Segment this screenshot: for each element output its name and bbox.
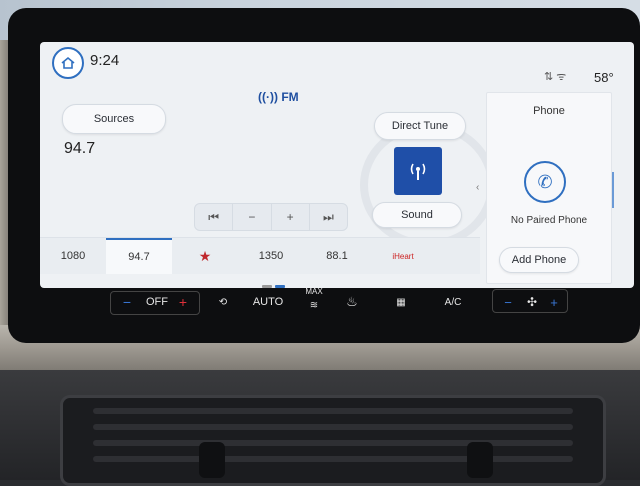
phone-status: No Paired Phone [510, 215, 588, 226]
defrost-icon: ≋ [309, 299, 319, 311]
temp-up-button[interactable]: + [174, 287, 192, 317]
signal-icon: ⇅ ᯤ [544, 71, 567, 83]
preset-5[interactable]: 88.1 [304, 238, 370, 274]
current-frequency: 94.7 [64, 140, 96, 157]
vent-knob-right[interactable] [467, 442, 493, 478]
band-indicator: ((·)) FM [258, 90, 299, 104]
phone-icon[interactable]: ✆ [524, 161, 566, 203]
air-vent [60, 395, 606, 486]
page-indicator [262, 275, 288, 288]
climate-off-button[interactable]: OFF [142, 287, 172, 317]
fan-icon: ✣ [526, 295, 538, 309]
sound-button[interactable]: Sound [372, 202, 462, 228]
sources-button[interactable]: Sources [62, 104, 166, 134]
antenna-icon: ((·)) [258, 90, 278, 104]
phone-title: Phone [533, 105, 565, 117]
add-phone-button[interactable]: Add Phone [499, 247, 579, 273]
rear-defrost-icon[interactable]: ▦ [390, 287, 412, 317]
climate-bar: − OFF + ⟲ AUTO MAX ≋ ♨ ▦ A/C − ✣ + [100, 287, 580, 317]
temp-down-button[interactable]: − [118, 287, 136, 317]
recirculation-icon[interactable]: ⟲ [210, 287, 236, 317]
preset-4[interactable]: 1350 [238, 238, 304, 274]
expand-chevron-icon[interactable]: ‹ [476, 182, 479, 193]
max-label: MAX [305, 287, 323, 296]
tune-up-button[interactable]: + [272, 204, 310, 230]
fan-up-button[interactable]: + [546, 287, 562, 317]
fan-down-button[interactable]: − [500, 287, 516, 317]
seek-forward-button[interactable]: ⏭ [310, 204, 347, 230]
station-tile[interactable] [394, 147, 442, 195]
clock: 9:24 [90, 52, 120, 69]
preset-3-logo[interactable]: ★ [172, 238, 238, 274]
scroll-indicator[interactable] [610, 172, 616, 208]
tuning-controls: ⏮ − + ⏭ [194, 203, 348, 231]
outside-temperature: 58° [594, 70, 614, 85]
preset-1[interactable]: 1080 [40, 238, 106, 274]
phone-panel: Phone ✆ No Paired Phone Add Phone [486, 92, 612, 284]
ac-button[interactable]: A/C [440, 287, 466, 317]
preset-6[interactable]: iHeart [370, 238, 436, 274]
preset-bar: 1080 94.7 ★ 1350 88.1 iHeart [40, 237, 480, 274]
home-button[interactable] [52, 47, 84, 79]
auto-button[interactable]: AUTO [250, 287, 286, 317]
home-icon [61, 56, 75, 69]
preset-2[interactable]: 94.7 [106, 238, 172, 274]
infotainment-screen: 9:24 ⇅ ᯤ 58° ((·)) FM Sources 94.7 Direc… [40, 42, 634, 288]
tune-down-button[interactable]: − [233, 204, 272, 230]
direct-tune-button[interactable]: Direct Tune [374, 112, 466, 140]
radio-tower-icon [410, 163, 426, 180]
vent-knob-left[interactable] [199, 442, 225, 478]
seek-back-button[interactable]: ⏮ [195, 204, 234, 230]
seat-heat-icon[interactable]: ♨ [340, 287, 364, 317]
